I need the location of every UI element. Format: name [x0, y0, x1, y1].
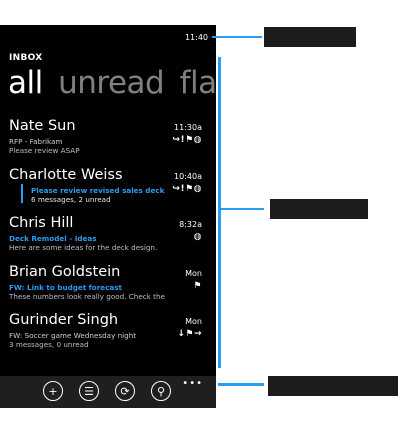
message-sender: Brian Goldstein — [9, 263, 121, 280]
message-time: 11:30a — [174, 123, 202, 132]
message-sender: Chris Hill — [9, 215, 74, 231]
message-sender: Charlotte Weiss — [9, 166, 123, 183]
more-button[interactable]: ••• — [182, 378, 203, 389]
phone-screen: 11:40 INBOX all unread flagged Nate Sun … — [0, 25, 216, 408]
callout-label-content — [270, 199, 368, 219]
status-time: 11:40 — [184, 33, 208, 42]
callout-line-content — [218, 208, 264, 210]
message-status-icons: ↓⚑→ — [177, 329, 202, 339]
message-list: Nate Sun 11:30a RFP - Fabrikam Please re… — [0, 118, 216, 361]
pivot-unread[interactable]: unread — [58, 65, 165, 101]
callout-label-status — [264, 27, 356, 47]
message-preview: These numbers look really good. Check th… — [9, 291, 165, 301]
new-message-button[interactable]: + — [43, 381, 63, 401]
message-time: 8:32a — [179, 220, 202, 229]
message-subject: Please review revised sales deck — [31, 185, 165, 195]
message-subject: Deck Remodel - Ideas — [9, 234, 97, 243]
sync-icon: ⟳ — [120, 384, 130, 398]
app-bar: + ☰ ⟳ ⚲ ••• — [0, 376, 216, 408]
add-icon: + — [48, 384, 58, 398]
callout-label-appbar — [268, 376, 398, 396]
thread-indicator — [21, 183, 23, 203]
inbox-title: INBOX — [9, 53, 43, 63]
sync-button[interactable]: ⟳ — [115, 381, 135, 401]
attachment-icon: ◍ — [193, 232, 202, 242]
message-item[interactable]: Chris Hill 8:32a Deck Remodel - Ideas He… — [0, 215, 216, 264]
search-button[interactable]: ⚲ — [151, 381, 171, 401]
pivot-all[interactable]: all — [8, 65, 43, 101]
message-time: Mon — [185, 317, 202, 326]
pivot-headers: all unread flagged — [8, 65, 216, 101]
pivot-flagged[interactable]: flagged — [180, 65, 216, 101]
message-preview: 6 messages, 2 unread — [31, 194, 111, 204]
message-preview: Here are some ideas for the deck design. — [9, 243, 158, 252]
callout-line-status — [212, 36, 262, 38]
list-icon: ☰ — [84, 384, 94, 398]
message-sender: Nate Sun — [9, 118, 76, 134]
callout-line-appbar — [218, 383, 264, 386]
select-button[interactable]: ☰ — [79, 381, 99, 401]
search-icon: ⚲ — [156, 384, 166, 398]
message-subject: FW: Link to budget forecast — [9, 282, 122, 292]
message-status-icons: ↪!⚑◍ — [172, 183, 202, 194]
message-time: Mon — [185, 268, 202, 278]
message-item[interactable]: Brian Goldstein Mon FW: Link to budget f… — [0, 264, 216, 313]
message-item[interactable]: Nate Sun 11:30a RFP - Fabrikam Please re… — [0, 118, 216, 167]
callout-bracket-content — [218, 57, 221, 368]
message-preview: 3 messages, 0 unread — [9, 340, 89, 349]
message-subject: FW: Soccer game Wednesday night — [9, 331, 137, 340]
message-status-icons: ↪!⚑◍ — [172, 135, 202, 145]
flag-icon: ⚑ — [193, 280, 202, 291]
message-subject: RFP - Fabrikam — [9, 137, 63, 146]
message-item[interactable]: Charlotte Weiss 10:40a Please review rev… — [0, 167, 216, 216]
message-time: 10:40a — [174, 171, 202, 181]
message-item[interactable]: Gurinder Singh Mon FW: Soccer game Wedne… — [0, 312, 216, 361]
message-sender: Gurinder Singh — [9, 312, 119, 328]
message-preview: Please review ASAP — [9, 146, 80, 155]
